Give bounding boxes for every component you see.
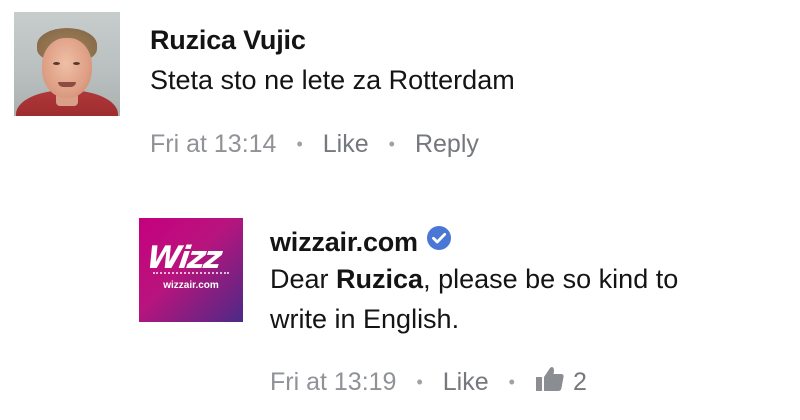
comment-time[interactable]: Fri at 13:14 bbox=[150, 130, 276, 159]
verified-badge-icon bbox=[426, 225, 452, 256]
like-count-value: 2 bbox=[572, 368, 587, 396]
photo-left-eye bbox=[53, 62, 60, 65]
like-count[interactable]: 2 bbox=[535, 366, 587, 399]
text-prefix: Dear bbox=[270, 264, 337, 294]
comment-text: Steta sto ne lete za Rotterdam bbox=[150, 65, 515, 95]
photo-right-eye bbox=[73, 62, 80, 65]
separator-dot: • bbox=[388, 134, 395, 154]
comment-text: Dear Ruzica, please be so kind to bbox=[270, 258, 678, 300]
author-name[interactable]: Ruzica Vujic bbox=[150, 22, 306, 58]
comment-time[interactable]: Fri at 13:19 bbox=[270, 368, 396, 397]
photo-mouth bbox=[58, 82, 76, 87]
logo-wordmark: Wizz bbox=[144, 240, 223, 276]
author-name[interactable]: wizzair.com bbox=[270, 224, 418, 260]
comment-actions: Fri at 13:19 • Like • 2 bbox=[270, 366, 587, 399]
like-button[interactable]: Like bbox=[443, 368, 489, 397]
text-suffix: , please be so kind to bbox=[423, 264, 679, 294]
avatar-wizzair-logo[interactable]: Wizz wizzair.com bbox=[139, 218, 243, 322]
mentioned-name: Ruzica bbox=[336, 264, 424, 294]
comment-body: Ruzica Vujic Steta sto ne lete za Rotter… bbox=[150, 22, 515, 101]
separator-dot: • bbox=[508, 372, 515, 392]
avatar-ruzica[interactable] bbox=[14, 12, 120, 116]
thumbs-up-icon bbox=[535, 366, 565, 399]
separator-dot: • bbox=[416, 372, 423, 392]
comment-actions: Fri at 13:14 • Like • Reply bbox=[150, 130, 479, 159]
like-button[interactable]: Like bbox=[323, 130, 369, 159]
reply-wizzair: Wizz wizzair.com wizzair.com Dear Ruzica… bbox=[139, 218, 800, 420]
logo-url: wizzair.com bbox=[163, 280, 219, 291]
comment-body: wizzair.com Dear Ruzica, please be so ki… bbox=[270, 224, 678, 340]
separator-dot: • bbox=[296, 134, 303, 154]
reply-button[interactable]: Reply bbox=[415, 130, 479, 159]
comment-text-line2: write in English. bbox=[270, 304, 460, 334]
photo-face bbox=[42, 38, 92, 98]
comment-ruzica: Ruzica Vujic Steta sto ne lete za Rotter… bbox=[14, 12, 800, 187]
